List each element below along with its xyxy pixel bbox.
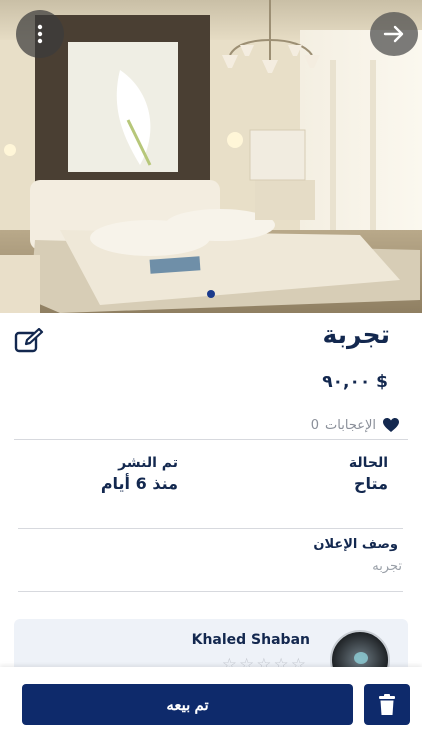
forward-button[interactable] xyxy=(370,12,418,56)
edit-icon xyxy=(14,327,44,353)
listing-title-row: تجربة xyxy=(0,320,422,360)
vertical-dots-icon xyxy=(37,24,43,44)
seller-name: Khaled Shaban xyxy=(191,632,310,648)
mark-sold-button[interactable]: تم بيعه xyxy=(22,684,353,725)
published-value: منذ 6 أيام xyxy=(100,474,178,493)
status-label: الحالة xyxy=(348,455,388,471)
trash-icon xyxy=(379,693,395,715)
listing-title: تجربة xyxy=(322,320,390,349)
listing-price: $ ٩٠,٠٠ xyxy=(322,372,388,392)
heart-icon xyxy=(383,418,399,432)
edit-listing-button[interactable] xyxy=(14,327,44,354)
divider xyxy=(18,528,403,529)
likes-label: الإعجابات xyxy=(325,417,376,433)
status-value: متاح xyxy=(354,474,388,493)
carousel-page-indicator xyxy=(207,290,215,298)
description-text: تجربه xyxy=(372,559,402,574)
likes-count: 0 xyxy=(310,417,320,433)
published-label: تم النشر xyxy=(118,455,178,471)
divider xyxy=(14,439,408,440)
arrow-right-icon xyxy=(383,25,404,43)
listing-image-carousel[interactable] xyxy=(0,0,422,313)
bedroom-photo xyxy=(0,0,422,313)
description-label: وصف الإعلان xyxy=(313,537,398,552)
more-options-button[interactable] xyxy=(16,10,64,58)
likes-row[interactable]: الإعجابات 0 xyxy=(311,414,408,436)
divider xyxy=(18,591,403,592)
bottom-action-bar: تم بيعه xyxy=(0,667,422,750)
delete-listing-button[interactable] xyxy=(364,684,410,725)
